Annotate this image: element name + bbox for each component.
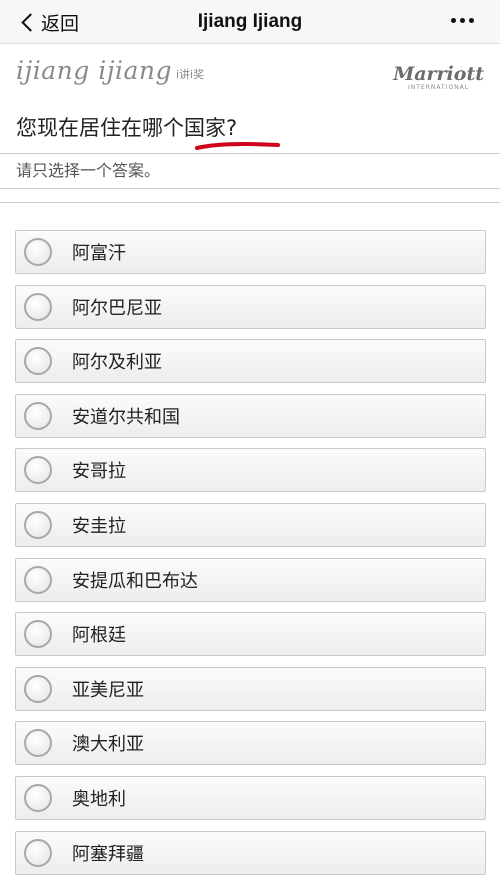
answer-options-list: 阿富汗阿尔巴尼亚阿尔及利亚安道尔共和国 安哥拉安圭拉安提瓜和巴布达 阿根廷亚美尼亚澳… <box>15 230 486 885</box>
radio-button[interactable] <box>24 838 52 867</box>
answer-option-label: 安哥拉 <box>72 461 126 483</box>
ijiang-logo-subtitle: i讲i奖 <box>175 68 205 81</box>
answer-option-label: 安道尔共和国 <box>72 406 180 428</box>
more-options-button[interactable] <box>451 12 474 29</box>
answer-option[interactable]: 阿根廷 <box>15 612 486 657</box>
answer-option[interactable]: 安圭拉 <box>15 502 486 547</box>
divider <box>0 202 500 203</box>
divider <box>0 188 500 189</box>
radio-button[interactable] <box>24 238 52 266</box>
marriott-logo-subtitle: INTERNATIONAL <box>408 84 470 91</box>
answer-option[interactable]: 安哥拉 <box>15 448 486 493</box>
answer-option-label: 阿富汗 <box>72 243 126 264</box>
answer-option-label: 安圭拉 <box>72 515 126 537</box>
answer-option-label: 澳大利亚 <box>72 734 144 756</box>
radio-button[interactable] <box>24 620 52 649</box>
radio-button[interactable] <box>24 783 52 812</box>
divider <box>0 153 500 154</box>
ijiang-logo-text: ijiang ijiang <box>16 56 172 85</box>
brand-header: ijiang ijiang i讲i奖 Marriott INTERNATIONA… <box>0 44 500 100</box>
radio-button[interactable] <box>24 292 52 321</box>
radio-button[interactable] <box>24 729 52 758</box>
navigation-bar: 返回 Ijiang Ijiang <box>0 0 500 44</box>
ijiang-logo: ijiang ijiang i讲i奖 <box>16 56 204 85</box>
answer-option[interactable]: 亚美尼亚 <box>15 666 486 711</box>
more-dot-icon <box>469 18 474 23</box>
answer-option-label: 亚美尼亚 <box>72 679 144 701</box>
marriott-logo: Marriott INTERNATIONAL <box>393 64 484 92</box>
answer-option[interactable]: 安道尔共和国 <box>15 393 486 438</box>
answer-option-label: 阿根廷 <box>72 625 126 647</box>
answer-option[interactable]: 阿塞拜疆 <box>15 830 486 875</box>
answer-option-label: 阿尔巴尼亚 <box>72 297 162 319</box>
radio-button[interactable] <box>24 565 52 594</box>
answer-option[interactable]: 奥地利 <box>15 775 486 820</box>
radio-button[interactable] <box>24 456 52 485</box>
survey-instruction: 请只选择一个答案。 <box>16 161 161 180</box>
answer-option-label: 奥地利 <box>72 788 126 810</box>
answer-option[interactable]: 安提瓜和巴布达 <box>15 557 486 602</box>
answer-option[interactable]: 阿尔巴尼亚 <box>15 284 486 329</box>
radio-button[interactable] <box>24 347 52 376</box>
radio-button[interactable] <box>24 401 52 430</box>
answer-option[interactable]: 阿尔及利亚 <box>15 339 486 384</box>
radio-button[interactable] <box>24 674 52 703</box>
marriott-logo-text: Marriott <box>393 63 484 85</box>
page-title: Ijiang Ijiang <box>197 11 303 32</box>
answer-option[interactable]: 阿富汗 <box>15 230 486 274</box>
answer-option[interactable]: 澳大利亚 <box>15 721 486 766</box>
answer-option-label: 阿尔及利亚 <box>72 352 162 374</box>
question-underline-mark <box>195 142 280 150</box>
more-dot-icon <box>460 18 465 23</box>
more-dot-icon <box>451 18 456 23</box>
radio-button[interactable] <box>24 510 52 539</box>
answer-option-label: 安提瓜和巴布达 <box>72 570 198 592</box>
